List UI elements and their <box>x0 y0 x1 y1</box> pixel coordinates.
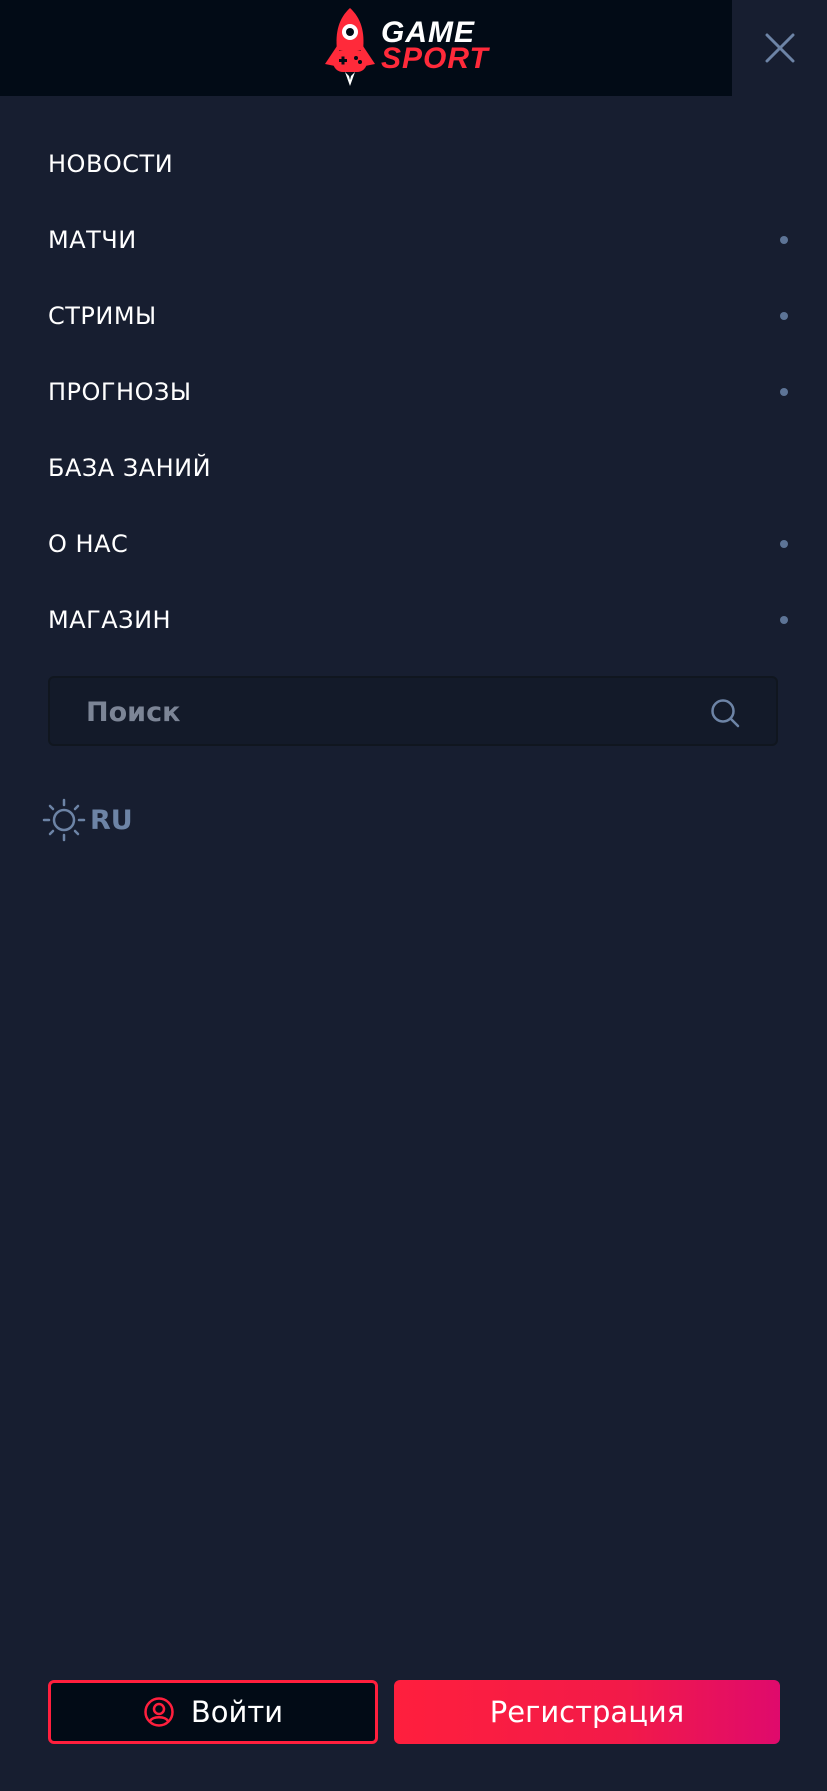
user-circle-icon <box>144 1697 174 1727</box>
menu-item-streams[interactable]: СТРИМЫ <box>48 278 788 354</box>
search-input[interactable] <box>84 678 688 746</box>
menu-item-shop[interactable]: МАГАЗИН <box>48 582 788 658</box>
menu-item-label: ПРОГНОЗЫ <box>48 378 192 406</box>
register-button[interactable]: Регистрация <box>394 1680 780 1744</box>
logo[interactable]: GAME SPORT <box>319 6 509 90</box>
menu-item-label: СТРИМЫ <box>48 302 157 330</box>
theme-language-switcher[interactable]: RU <box>42 796 133 844</box>
close-button[interactable] <box>732 0 827 96</box>
nav-menu: НОВОСТИ МАТЧИ СТРИМЫ ПРОГНОЗЫ БАЗА ЗАНИЙ… <box>48 126 788 658</box>
search-icon[interactable] <box>710 698 740 728</box>
logo-line-sport: SPORT <box>381 42 489 75</box>
sun-icon[interactable] <box>42 798 86 842</box>
language-code[interactable]: RU <box>90 805 133 836</box>
menu-item-label: НОВОСТИ <box>48 150 174 178</box>
submenu-dot-icon <box>780 388 788 396</box>
search-box <box>48 676 778 746</box>
menu-item-matches[interactable]: МАТЧИ <box>48 202 788 278</box>
submenu-dot-icon <box>780 540 788 548</box>
close-icon <box>765 33 794 63</box>
menu-item-label: О НАС <box>48 530 129 558</box>
rocket-gamepad-icon <box>325 8 375 86</box>
login-button[interactable]: Войти <box>48 1680 378 1744</box>
submenu-dot-icon <box>780 312 788 320</box>
menu-item-knowledge-base[interactable]: БАЗА ЗАНИЙ <box>48 430 780 506</box>
menu-item-label: МАГАЗИН <box>48 606 172 634</box>
register-button-label: Регистрация <box>489 1695 685 1729</box>
submenu-dot-icon <box>780 236 788 244</box>
menu-item-label: БАЗА ЗАНИЙ <box>48 454 212 482</box>
submenu-dot-icon <box>780 616 788 624</box>
menu-item-news[interactable]: НОВОСТИ <box>48 126 780 202</box>
logo-text: GAME SPORT <box>381 18 489 75</box>
menu-item-predictions[interactable]: ПРОГНОЗЫ <box>48 354 788 430</box>
menu-item-about[interactable]: О НАС <box>48 506 788 582</box>
menu-item-label: МАТЧИ <box>48 226 137 254</box>
header: GAME SPORT <box>0 0 732 96</box>
login-button-label: Войти <box>190 1695 284 1729</box>
